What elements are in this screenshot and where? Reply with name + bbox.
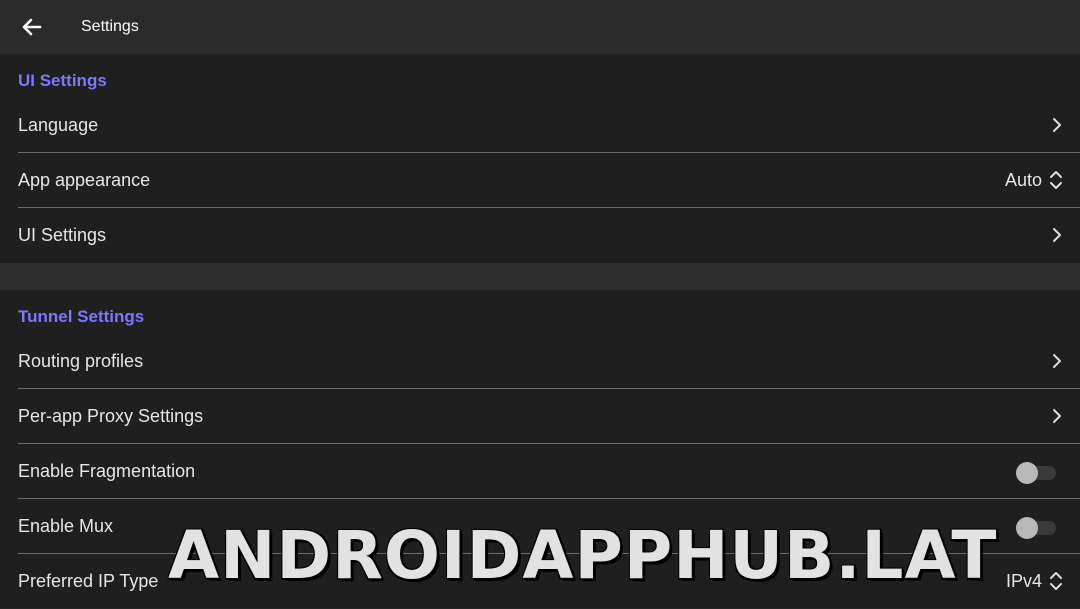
setting-label: Enable Fragmentation xyxy=(18,461,196,481)
unfold-icon xyxy=(1050,171,1062,189)
setting-label: Routing profiles xyxy=(18,351,144,371)
chevron-right-icon xyxy=(1053,354,1061,368)
unfold-icon xyxy=(1050,572,1062,590)
setting-row-app-appearance[interactable]: App appearance Auto xyxy=(0,153,1080,208)
watermark-text: ANDROIDAPPHUB.LAT xyxy=(168,517,998,594)
setting-row-ui-settings[interactable]: UI Settings xyxy=(0,208,1080,263)
selected-value: IPv4 xyxy=(1005,571,1042,591)
top-app-bar: Settings xyxy=(0,0,1080,54)
setting-row-enable-fragmentation[interactable]: Enable Fragmentation xyxy=(0,444,1080,499)
setting-label: Enable Mux xyxy=(18,516,114,536)
chevron-right-icon xyxy=(1053,409,1061,423)
arrow-back-icon[interactable] xyxy=(18,13,46,41)
setting-label: Per-app Proxy Settings xyxy=(18,406,204,426)
setting-label: UI Settings xyxy=(18,225,107,245)
selected-value: Auto xyxy=(1004,170,1042,190)
setting-label: Preferred IP Type xyxy=(18,571,159,591)
setting-row-routing-profiles[interactable]: Routing profiles xyxy=(0,334,1080,389)
setting-row-per-app-proxy[interactable]: Per-app Proxy Settings xyxy=(0,389,1080,444)
toggle-knob xyxy=(1016,462,1038,484)
mux-toggle[interactable] xyxy=(1016,517,1058,539)
toggle-knob xyxy=(1016,517,1038,539)
section-spacer xyxy=(0,263,1080,290)
page-title: Settings xyxy=(81,18,139,35)
setting-label: App appearance xyxy=(18,170,151,190)
setting-row-language[interactable]: Language xyxy=(0,98,1080,153)
chevron-right-icon xyxy=(1053,118,1061,132)
ui-settings-section: UI Settings Language App appearance Auto… xyxy=(0,54,1080,263)
section-title-ui-settings: UI Settings xyxy=(18,71,107,90)
setting-label: Language xyxy=(18,115,99,135)
chevron-right-icon xyxy=(1053,228,1061,242)
fragmentation-toggle[interactable] xyxy=(1016,462,1058,484)
section-title-tunnel-settings: Tunnel Settings xyxy=(18,307,145,326)
